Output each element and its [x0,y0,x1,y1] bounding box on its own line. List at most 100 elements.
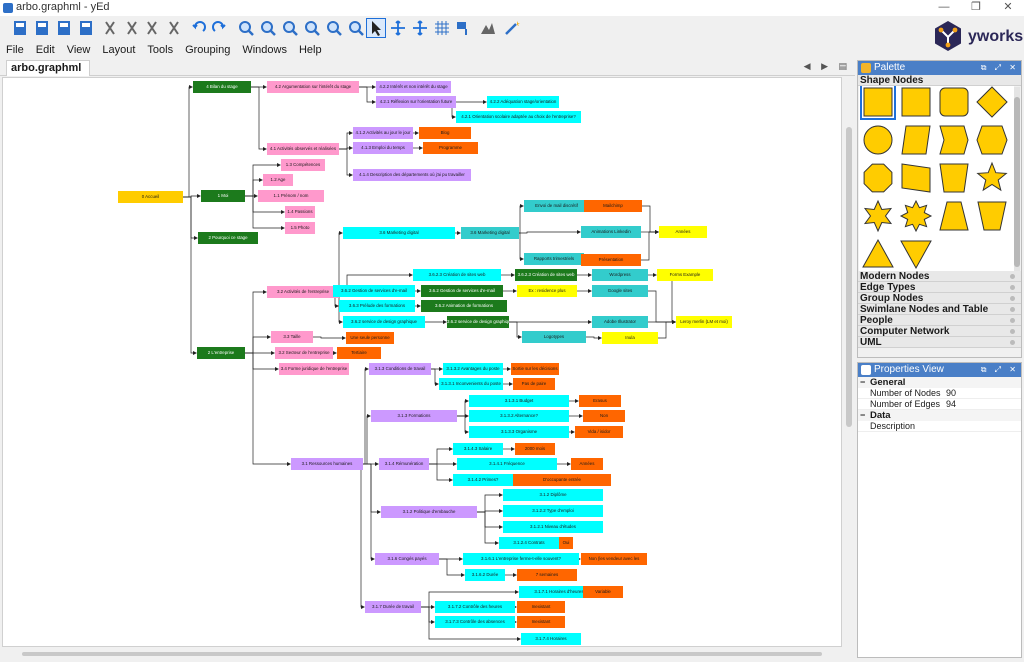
graph-node-n312[interactable]: 3.1.2 Politique d'embauche [381,506,477,518]
graph-node-n323c[interactable]: Wordpress [592,269,648,281]
graph-node-n317[interactable]: 3.1.7 Durée de travail [365,601,421,613]
hexagon-shape[interactable] [976,125,1008,155]
graph-node-n31f[interactable]: 3.1.3 Formations [371,410,457,422]
close-button[interactable]: ✕ [992,0,1024,16]
graph-node-n3143v[interactable]: D'occupante entrée [513,474,611,486]
graph-node-n361v[interactable]: Mailchimp [584,200,642,212]
graph-node-n324b[interactable]: 3.6.2 Animation de formations [421,300,507,312]
graph-node-n322b[interactable]: 3.6.2 Gestion de services d'e-mail [421,285,503,297]
graph-node-n3135[interactable]: 3.1.3.3 Organisme [469,426,569,438]
graph-node-n422[interactable]: 4.2.2 Intérêt et non intérêt du stage [376,81,451,93]
graph-node-n4212[interactable]: 4.2.2 Adéquation stage/orientation [487,96,559,108]
graph-node-n3162v[interactable]: 7 semaines [517,569,577,581]
menu-grouping[interactable]: Grouping [179,42,236,58]
graph-node-n4211[interactable]: 4.2.1 Orientation scolaire adaptée au ch… [456,111,581,123]
tab-arbo-graphml[interactable]: arbo.graphml *x [6,60,90,88]
graph-node-n3141v[interactable]: 2000 mois [515,443,555,455]
edit-mode-icon[interactable] [366,18,386,38]
graph-node-n323d[interactable]: Forms Example [657,269,713,281]
graph-node-n15[interactable]: 1.5 Photo [285,222,315,234]
rectangle-shape[interactable] [863,87,893,117]
graph-node-n3171v[interactable]: Variable [583,586,623,598]
menu-file[interactable]: File [0,42,30,58]
undo-icon[interactable] [188,18,208,38]
graph-node-n33[interactable]: 3.3 Taille [271,331,313,343]
redo-icon[interactable] [210,18,230,38]
graph-node-n3133[interactable]: 3.1.3.1 Budget [469,395,569,407]
zoom-in-icon[interactable] [236,18,256,38]
palette-section-computer-network[interactable]: Computer Network [858,326,1021,337]
triangle-shape[interactable] [862,238,894,268]
zoom-fit-icon[interactable] [280,18,300,38]
graph-node-n3142[interactable]: 3.1.4.1 Fréquence [457,458,557,470]
restore-button[interactable]: ❐ [960,0,992,16]
graph-node-n3131v[interactable]: Sortie sur les décisions [511,363,559,375]
cut-icon[interactable] [100,18,120,38]
graph-node-n325b[interactable]: 3.6.2 service de design graphique [447,316,509,328]
graph-node-n322c[interactable]: Ex : residence plus [517,285,577,297]
grid-icon[interactable] [432,18,452,38]
graph-node-n36r[interactable]: Années [659,226,707,238]
octagon-shape[interactable] [863,163,893,193]
palette-section-edge-types[interactable]: Edge Types [858,282,1021,293]
graph-node-n314[interactable]: 3.1.4 Rémunération [379,458,429,470]
snap-lines-icon[interactable] [454,18,474,38]
zoom-out-icon[interactable] [258,18,278,38]
paste-icon[interactable] [142,18,162,38]
graph-node-n33v[interactable]: Une seule personne [346,332,394,344]
palette-section-uml[interactable]: UML [858,337,1021,348]
graph-node-n332v[interactable]: Tertiaire [337,347,381,359]
open-folder-icon[interactable] [32,18,52,38]
graph-node-n324[interactable]: 3.6.3 Prélude des formations [339,300,415,312]
graph-node-n2a[interactable]: 2 Pourquoi ce stage [198,232,258,244]
graph-node-n3173v[interactable]: Inexistant [517,616,565,628]
graph-node-n13[interactable]: 1.3 Compétences [281,159,325,171]
graph-node-n32[interactable]: 3.2 Activités de l'entreprise [267,286,339,298]
graph-node-n421[interactable]: 4.2.1 Réflexion sur l'orientation future [376,96,456,108]
diamond-shape[interactable] [976,86,1008,118]
triangle-down-shape[interactable] [900,240,932,270]
graph-node-n3135v[interactable]: Vida / isidor [575,426,623,438]
graph-node-root[interactable]: 0 Accueil [118,191,183,203]
rectangle-3d-shape[interactable] [901,87,931,117]
graph-node-n413v[interactable]: Programme [423,142,478,154]
graph-node-n3141[interactable]: 3.1.4.3 Salaire [453,443,503,455]
graph-node-n3162[interactable]: 3.1.6.2 Durée [465,569,505,581]
graph-node-n334[interactable]: 3.4 Forme juridique de l'entreprise [279,363,349,375]
graph-node-n3172[interactable]: 3.1.7.2 Contrôle des heures [435,601,515,613]
graph-node-n3161[interactable]: 3.1.6.1 L'entreprise ferme-t-elle souven… [463,553,579,565]
graph-node-n323b[interactable]: 3.6.2.3 Création de sites web [515,269,577,281]
graph-node-n41[interactable]: 4.1 Activités observés et réalisées [267,143,339,155]
graph-node-n36[interactable]: 3.6 Marketing digital [343,227,455,239]
graph-node-n362[interactable]: Animations Linkedin [581,226,641,238]
trapezoid-2-shape[interactable] [977,201,1007,231]
graph-node-n316[interactable]: 3.1.6 Congés payés [375,553,439,565]
menu-tools[interactable]: Tools [141,42,179,58]
copy-icon[interactable] [122,18,142,38]
panel-buttons[interactable]: ⧉ ⤢ ✕ [981,363,1019,377]
graph-node-n3142v[interactable]: Années [571,458,603,470]
graph-node-n3124v[interactable]: Oui [559,537,573,549]
graph-node-n363v[interactable]: Présentation [581,254,641,266]
minimize-button[interactable]: — [928,0,960,16]
graph-node-n3122[interactable]: 3.1.2.2 Type d'emploi [503,505,603,517]
graph-node-n313[interactable]: 3.1.3 Conditions de travail [369,363,431,375]
graph-node-n3173[interactable]: 3.1.7.3 Contrôle des absences [435,616,515,628]
graph-node-n325[interactable]: 3.6.2 service de design graphique [343,316,425,328]
menu-view[interactable]: View [61,42,97,58]
magic-wand-icon[interactable] [502,18,522,38]
graph-node-n3143[interactable]: 3.1.4.2 Primes? [453,474,513,486]
graph-node-n412v[interactable]: Blog [419,127,471,139]
fit-content-icon[interactable] [346,18,366,38]
palette-section-modern-nodes[interactable]: Modern Nodes [858,271,1021,282]
star6-shape[interactable] [863,199,893,233]
graph-node-n3172v[interactable]: Inexistant [517,601,565,613]
graph-node-n361[interactable]: Envoi de mail discrétif [524,200,589,212]
canvas-horizontal-scrollbar[interactable] [2,650,842,658]
parallelogram-shape[interactable] [901,125,931,155]
graph-node-n3134[interactable]: 3.1.3.2 Alternance? [469,410,569,422]
star8-shape[interactable] [899,199,933,233]
graph-node-n4[interactable]: 4 Bilan du stage [193,81,251,93]
graph-node-n412[interactable]: 4.1.2 Activités au jour le jour [353,127,413,139]
graph-node-n325e[interactable]: Inula [602,332,658,344]
